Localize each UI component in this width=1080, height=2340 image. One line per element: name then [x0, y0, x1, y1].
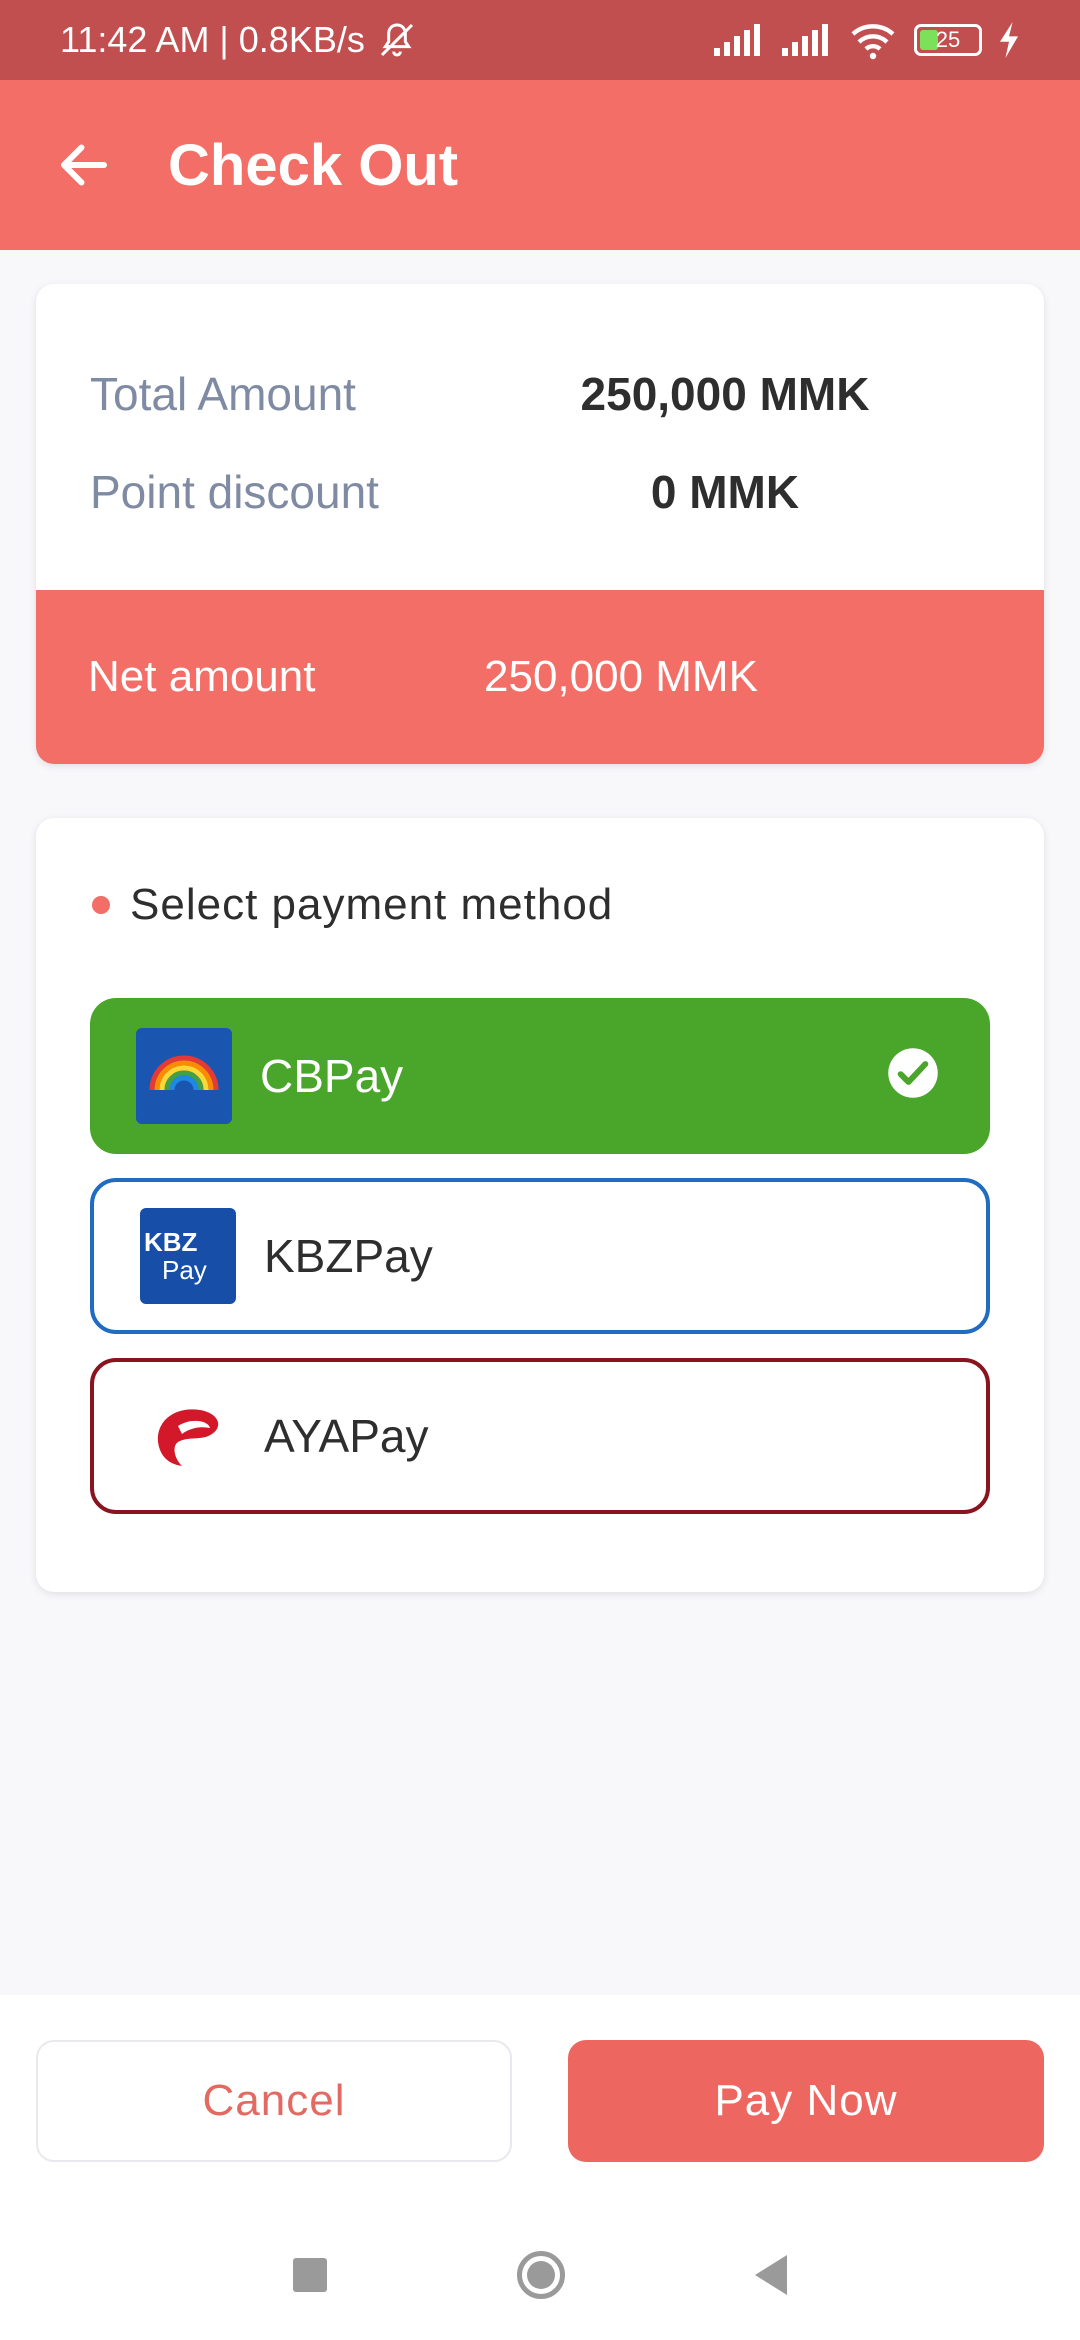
cbpay-label: CBPay	[260, 1050, 404, 1102]
net-amount-value: 250,000 MMK	[484, 652, 758, 701]
page-title: Check Out	[168, 132, 459, 198]
kbz-logo-icon: KBZ Pay	[140, 1208, 236, 1304]
cancel-button[interactable]: Cancel	[36, 2040, 512, 2162]
bullet-dot	[92, 896, 110, 914]
wifi-icon	[851, 24, 895, 60]
total-amount-row: Total Amount 250,000 MMK	[90, 354, 990, 434]
bell-off-icon	[380, 23, 413, 57]
kbz-logo-line1: KBZ	[144, 1227, 198, 1257]
status-left: 11:42 AM | 0.8KB/s	[60, 19, 417, 61]
net-amount-label: Net amount	[88, 652, 316, 701]
payment-method-card: Select payment method CBPay KBZ Pay KBZP…	[36, 818, 1044, 1592]
payment-method-heading: Select payment method	[92, 880, 613, 930]
net-amount-band: Net amount 250,000 MMK	[36, 590, 1044, 764]
status-right: 25	[712, 20, 1020, 60]
arrow-left-icon[interactable]	[54, 135, 114, 195]
status-time-speed: 11:42 AM | 0.8KB/s	[60, 19, 365, 60]
status-bar: 11:42 AM | 0.8KB/s 25	[0, 0, 1080, 80]
point-discount-row: Point discount 0 MMK	[90, 452, 990, 532]
home-icon[interactable]	[517, 2251, 565, 2299]
system-nav-bar	[0, 2220, 1080, 2330]
battery-icon: 25	[914, 24, 982, 56]
ayapay-label: AYAPay	[264, 1410, 429, 1462]
payment-option-cbpay[interactable]: CBPay	[90, 998, 990, 1154]
battery-level: 25	[935, 27, 961, 52]
charging-icon	[1000, 22, 1018, 58]
signal-icon	[782, 24, 828, 56]
payment-method-heading-text: Select payment method	[130, 880, 614, 929]
payment-option-kbzpay[interactable]: KBZ Pay KBZPay	[90, 1178, 990, 1334]
app-bar: Check Out	[0, 80, 1080, 250]
kbz-logo-line2: Pay	[162, 1255, 207, 1285]
aya-logo-icon	[140, 1388, 236, 1484]
total-amount-value: 250,000 MMK	[580, 368, 870, 420]
kbzpay-label: KBZPay	[264, 1230, 433, 1282]
rainbow-logo-icon	[136, 1028, 232, 1124]
checkout-page: 11:42 AM | 0.8KB/s 25 Check Out Total Am…	[0, 0, 1080, 2340]
payment-option-ayapay[interactable]: AYAPay	[90, 1358, 990, 1514]
pay-now-button[interactable]: Pay Now	[568, 2040, 1044, 2162]
amount-summary-card: Total Amount 250,000 MMK Point discount …	[36, 284, 1044, 764]
check-circle-icon	[888, 1048, 938, 1098]
signal-icon	[714, 24, 760, 56]
point-discount-value: 0 MMK	[650, 466, 800, 518]
back-triangle-icon[interactable]	[755, 2255, 787, 2295]
recents-icon[interactable]	[293, 2258, 327, 2292]
